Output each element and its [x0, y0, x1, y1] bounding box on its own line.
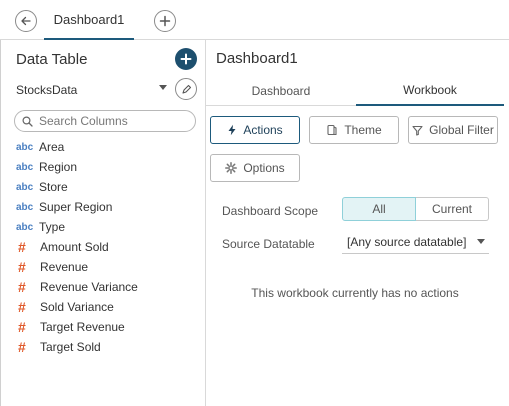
- lightning-icon: [228, 124, 236, 136]
- column-label: Sold Variance: [40, 300, 114, 314]
- column-label: Type: [39, 220, 66, 234]
- column-item[interactable]: abc Region: [16, 157, 201, 177]
- column-label: Amount Sold: [40, 240, 109, 254]
- column-label: Super Region: [39, 200, 113, 214]
- back-button[interactable]: [15, 10, 37, 32]
- numeric-type-icon: #: [18, 319, 26, 335]
- tab-dashboard[interactable]: Dashboard: [206, 76, 356, 106]
- string-type-icon: abc: [16, 181, 34, 193]
- column-item[interactable]: abc Area: [16, 137, 201, 157]
- data-table-panel: Data Table StocksData abcAreaabcRegionab…: [0, 40, 206, 406]
- column-label: Store: [39, 180, 68, 194]
- pencil-icon: [181, 84, 191, 94]
- theme-button-label: Theme: [344, 123, 382, 137]
- filter-icon: [412, 125, 423, 136]
- source-datatable-value: [Any source datatable]: [347, 234, 467, 249]
- actions-button[interactable]: Actions: [210, 116, 300, 144]
- scope-current-toggle[interactable]: Current: [416, 197, 489, 221]
- column-item[interactable]: # Amount Sold: [16, 237, 201, 257]
- column-label: Revenue Variance: [40, 280, 138, 294]
- search-columns-input[interactable]: [39, 114, 189, 128]
- string-type-icon: abc: [16, 141, 34, 153]
- workbook-panel: Dashboard1 Dashboard Workbook Actions Th…: [206, 40, 509, 406]
- string-type-icon: abc: [16, 201, 34, 213]
- column-label: Target Revenue: [40, 320, 125, 334]
- global-filter-button[interactable]: Global Filter: [408, 116, 498, 144]
- column-item[interactable]: # Revenue: [16, 257, 201, 277]
- theme-button[interactable]: Theme: [309, 116, 399, 144]
- numeric-type-icon: #: [18, 279, 26, 295]
- gear-icon: [225, 162, 238, 174]
- numeric-type-icon: #: [18, 339, 26, 355]
- edit-datasource-button[interactable]: [175, 78, 197, 100]
- string-type-icon: abc: [16, 221, 34, 233]
- column-item[interactable]: abc Store: [16, 177, 201, 197]
- tab-dashboard1[interactable]: Dashboard1: [44, 0, 134, 40]
- column-list: abc Area abc Region abc Store abc Super Region a…: [16, 137, 201, 357]
- arrow-left-icon: [21, 16, 31, 26]
- string-type-icon: abc: [16, 161, 34, 173]
- dashboard-title: Dashboard1: [216, 50, 298, 67]
- search-columns-field[interactable]: [14, 110, 196, 132]
- search-icon: [22, 115, 33, 127]
- column-label: Area: [39, 140, 65, 154]
- plus-icon: [180, 53, 192, 65]
- chevron-down-icon[interactable]: [159, 85, 167, 90]
- add-dashboard-button[interactable]: [154, 10, 176, 32]
- column-label: Target Sold: [40, 340, 101, 354]
- empty-actions-message: This workbook currently has no actions: [251, 286, 459, 300]
- column-item[interactable]: # Target Sold: [16, 337, 201, 357]
- global-filter-button-label: Global Filter: [429, 123, 494, 137]
- panel-tabs: Dashboard Workbook: [206, 76, 504, 106]
- numeric-type-icon: #: [18, 239, 26, 255]
- scope-all-toggle[interactable]: All: [342, 197, 416, 221]
- source-datatable-label: Source Datatable: [222, 237, 315, 251]
- column-label: Revenue: [40, 260, 89, 274]
- column-item[interactable]: # Sold Variance: [16, 297, 201, 317]
- numeric-type-icon: #: [18, 299, 26, 315]
- column-item[interactable]: abc Type: [16, 217, 201, 237]
- column-item[interactable]: # Target Revenue: [16, 317, 201, 337]
- plus-icon: [159, 15, 171, 27]
- datasource-select[interactable]: StocksData: [16, 83, 77, 97]
- options-button-label: Options: [243, 161, 285, 175]
- dashboard-scope-label: Dashboard Scope: [222, 204, 319, 218]
- source-datatable-select[interactable]: [Any source datatable]: [342, 230, 489, 254]
- column-label: Region: [39, 160, 78, 174]
- column-item[interactable]: # Revenue Variance: [16, 277, 201, 297]
- column-item[interactable]: abc Super Region: [16, 197, 201, 217]
- add-data-table-button[interactable]: [175, 48, 197, 70]
- data-table-title: Data Table: [16, 51, 88, 68]
- tab-workbook[interactable]: Workbook: [356, 76, 504, 106]
- options-button[interactable]: Options: [210, 154, 300, 182]
- numeric-type-icon: #: [18, 259, 26, 275]
- dashboard-tab-bar: Dashboard1: [0, 0, 509, 40]
- actions-button-label: Actions: [243, 123, 283, 137]
- chevron-down-icon: [477, 239, 485, 244]
- theme-icon: [327, 124, 337, 136]
